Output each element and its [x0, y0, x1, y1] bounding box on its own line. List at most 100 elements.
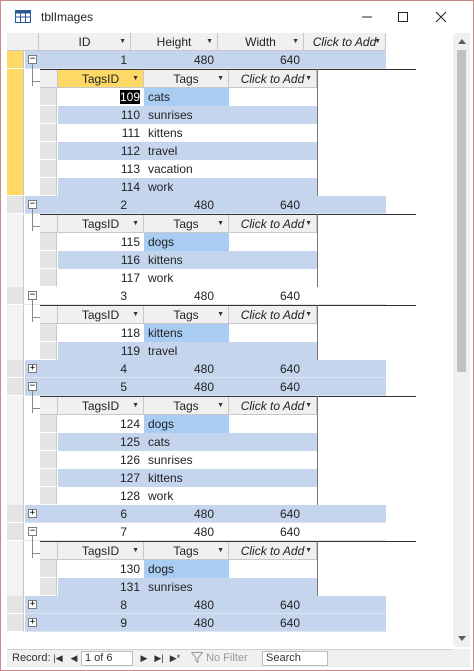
cell-id[interactable]: 5	[39, 378, 131, 396]
header-tags[interactable]: Tags ▼	[144, 397, 229, 415]
header-tagsid[interactable]: TagsID ▼	[58, 70, 144, 88]
record-selector[interactable]	[7, 51, 24, 69]
cell-width[interactable]: 640	[218, 287, 304, 305]
chevron-down-icon[interactable]: ▼	[305, 542, 312, 559]
expand-icon[interactable]: +	[28, 618, 37, 627]
header-height[interactable]: Height ▼	[131, 33, 218, 51]
sub-record-selector[interactable]	[40, 433, 57, 451]
cell-tagsid[interactable]: 126	[58, 451, 144, 469]
sub-record-selector[interactable]	[40, 124, 57, 142]
last-record-icon[interactable]: ▶|	[152, 651, 166, 665]
cell-tag[interactable]: work	[144, 269, 229, 287]
chevron-down-icon[interactable]: ▼	[132, 306, 139, 323]
cell-tag[interactable]: sunrises	[144, 451, 229, 469]
cell-tag[interactable]: dogs	[144, 415, 229, 433]
sub-record-selector[interactable]	[40, 251, 57, 269]
search-field[interactable]: Search	[262, 651, 328, 666]
header-tagsid[interactable]: TagsID ▼	[58, 397, 144, 415]
cell-id[interactable]: 4	[39, 360, 131, 378]
cell-tag[interactable]: kittens	[144, 124, 229, 142]
sub-select-all-corner[interactable]	[40, 306, 58, 324]
new-record-icon[interactable]: ▶*	[168, 651, 182, 665]
cell-tag[interactable]: vacation	[144, 160, 229, 178]
header-click-to-add[interactable]: Click to Add ▼	[229, 397, 317, 415]
cell-tag[interactable]: kittens	[144, 324, 229, 342]
sub-select-all-corner[interactable]	[40, 397, 58, 415]
sub-record-selector[interactable]	[40, 342, 57, 360]
header-click-to-add[interactable]: Click to Add ▼	[304, 33, 386, 51]
header-click-to-add[interactable]: Click to Add ▼	[229, 70, 317, 88]
sub-record-selector[interactable]	[40, 324, 57, 342]
cell-width[interactable]: 640	[218, 51, 304, 69]
collapse-icon[interactable]: −	[28, 291, 37, 300]
scrollbar-thumb[interactable]	[457, 50, 466, 372]
sub-record-selector[interactable]	[40, 451, 57, 469]
cell-width[interactable]: 640	[218, 196, 304, 214]
sub-record-selector[interactable]	[40, 160, 57, 178]
chevron-down-icon[interactable]: ▼	[217, 306, 224, 323]
next-record-icon[interactable]: ▶	[137, 651, 151, 665]
sub-select-all-corner[interactable]	[40, 215, 58, 233]
scroll-down-arrow-icon[interactable]	[453, 630, 470, 647]
cell-width[interactable]: 640	[218, 505, 304, 523]
cell-tag[interactable]: travel	[144, 342, 229, 360]
sub-record-selector[interactable]	[40, 415, 57, 433]
sub-record-selector[interactable]	[40, 269, 57, 287]
chevron-down-icon[interactable]: ▼	[217, 542, 224, 559]
header-tags[interactable]: Tags ▼	[144, 215, 229, 233]
sub-record-selector[interactable]	[40, 469, 57, 487]
cell-width[interactable]: 640	[218, 523, 304, 541]
cell-tagsid[interactable]: 124	[58, 415, 144, 433]
collapse-icon[interactable]: −	[28, 55, 37, 64]
cell-tagsid[interactable]: 115	[58, 233, 144, 251]
cell-id[interactable]: 7	[39, 523, 131, 541]
chevron-down-icon[interactable]: ▼	[292, 33, 299, 50]
header-tags[interactable]: Tags ▼	[144, 542, 229, 560]
cell-tagsid[interactable]: 112	[58, 142, 144, 160]
cell-id[interactable]: 1	[39, 51, 131, 69]
cell-tag[interactable]: cats	[144, 433, 229, 451]
cell-tagsid[interactable]: 127	[58, 469, 144, 487]
cell-tag[interactable]: cats	[144, 88, 229, 106]
sub-record-selector[interactable]	[40, 106, 57, 124]
cell-height[interactable]: 480	[131, 596, 218, 614]
maximize-button[interactable]	[383, 1, 423, 33]
record-selector[interactable]	[7, 378, 24, 396]
cell-tagsid[interactable]: 119	[58, 342, 144, 360]
header-click-to-add[interactable]: Click to Add ▼	[229, 306, 317, 324]
cell-height[interactable]: 480	[131, 378, 218, 396]
cell-tag[interactable]: dogs	[144, 233, 229, 251]
cell-tagsid[interactable]: 109	[58, 88, 144, 106]
sub-record-selector[interactable]	[40, 578, 57, 596]
header-width[interactable]: Width ▼	[218, 33, 304, 51]
cell-id[interactable]: 6	[39, 505, 131, 523]
sub-record-selector[interactable]	[40, 233, 57, 251]
header-click-to-add[interactable]: Click to Add ▼	[229, 542, 317, 560]
header-tags[interactable]: Tags ▼	[144, 306, 229, 324]
collapse-icon[interactable]: −	[28, 382, 37, 391]
sub-select-all-corner[interactable]	[40, 70, 58, 88]
previous-record-icon[interactable]: ◀	[67, 651, 81, 665]
header-tags[interactable]: Tags ▼	[144, 70, 229, 88]
chevron-down-icon[interactable]: ▼	[305, 397, 312, 414]
datasheet-grid[interactable]: ID ▼ Height ▼ Width ▼ Click to Add ▼ −1 480 640 Tag…	[7, 33, 453, 647]
chevron-down-icon[interactable]: ▼	[305, 306, 312, 323]
chevron-down-icon[interactable]: ▼	[132, 70, 139, 87]
cell-tag[interactable]: sunrises	[144, 578, 229, 596]
cell-id[interactable]: 2	[39, 196, 131, 214]
collapse-icon[interactable]: −	[28, 200, 37, 209]
chevron-down-icon[interactable]: ▼	[305, 215, 312, 232]
record-selector[interactable]	[7, 196, 24, 214]
record-selector[interactable]	[7, 505, 24, 523]
expand-icon[interactable]: +	[28, 509, 37, 518]
cell-width[interactable]: 640	[218, 614, 304, 632]
chevron-down-icon[interactable]: ▼	[217, 397, 224, 414]
cell-height[interactable]: 480	[131, 287, 218, 305]
vertical-scrollbar[interactable]	[453, 33, 470, 647]
chevron-down-icon[interactable]: ▼	[132, 397, 139, 414]
select-all-corner[interactable]	[7, 33, 39, 51]
header-tagsid[interactable]: TagsID ▼	[58, 215, 144, 233]
cell-tagsid[interactable]: 114	[58, 178, 144, 196]
record-selector[interactable]	[7, 596, 24, 614]
cell-id[interactable]: 3	[39, 287, 131, 305]
